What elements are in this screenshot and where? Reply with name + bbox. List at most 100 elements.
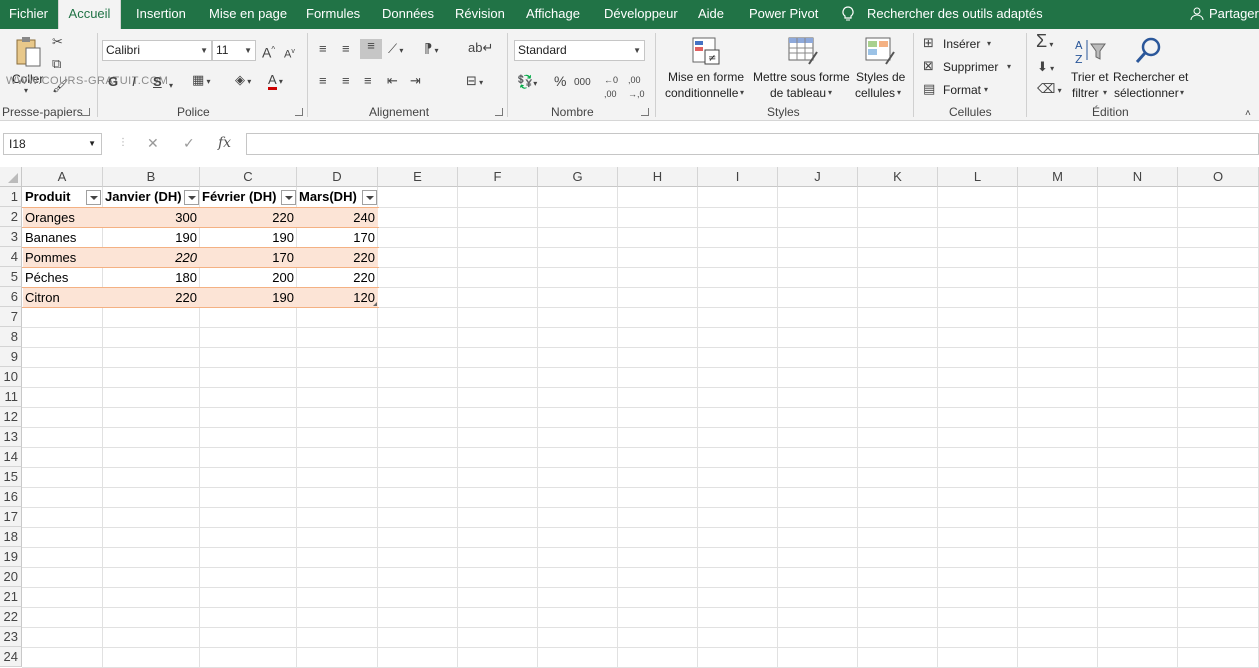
table-cell[interactable]: 200 bbox=[200, 268, 297, 288]
row-header-7[interactable]: 7 bbox=[0, 307, 22, 327]
align-center-icon[interactable]: ≡ bbox=[342, 74, 350, 88]
delete-cells-icon[interactable]: ⊠ bbox=[923, 59, 934, 73]
format-cells-icon[interactable]: ▤ bbox=[923, 82, 935, 96]
clipboard-launcher-icon[interactable] bbox=[82, 108, 90, 116]
format-cells-button[interactable]: Format bbox=[943, 83, 981, 97]
table-cell[interactable]: 220 bbox=[200, 208, 297, 228]
row-header-14[interactable]: 14 bbox=[0, 447, 22, 467]
column-header-o[interactable]: O bbox=[1178, 167, 1259, 187]
accounting-format-icon[interactable]: 💱▾ bbox=[517, 75, 537, 91]
row-header-21[interactable]: 21 bbox=[0, 587, 22, 607]
orientation-icon[interactable]: ⟋ ▾ bbox=[388, 42, 403, 58]
filter-dropdown-icon[interactable] bbox=[281, 190, 296, 205]
row-header-18[interactable]: 18 bbox=[0, 527, 22, 547]
column-header-d[interactable]: D bbox=[297, 167, 378, 187]
formula-input[interactable] bbox=[246, 133, 1259, 155]
format-as-table-button[interactable]: Mettre sous forme de tableau ▾ bbox=[750, 34, 854, 104]
align-right-icon[interactable]: ≡ bbox=[364, 74, 372, 88]
column-header-k[interactable]: K bbox=[858, 167, 938, 187]
align-left-icon[interactable]: ≡ bbox=[319, 74, 327, 88]
column-header-l[interactable]: L bbox=[938, 167, 1018, 187]
table-cell[interactable]: 300 bbox=[103, 208, 200, 228]
share-button[interactable]: Partager bbox=[1209, 0, 1259, 29]
tab-developpeur[interactable]: Développeur bbox=[604, 0, 678, 29]
sort-filter-button[interactable]: AZ Trier et filtrer ▾ bbox=[1068, 34, 1112, 104]
font-launcher-icon[interactable] bbox=[295, 108, 303, 116]
thousands-button[interactable]: 000 bbox=[574, 76, 591, 90]
cut-icon[interactable]: ✂ bbox=[52, 35, 63, 49]
row-header-13[interactable]: 13 bbox=[0, 427, 22, 447]
align-middle-icon[interactable]: ≡ bbox=[342, 42, 350, 56]
autosum-icon[interactable]: Σ ▾ bbox=[1036, 32, 1053, 52]
table-cell[interactable]: 220 bbox=[297, 268, 378, 288]
align-top-icon[interactable]: ≡ bbox=[319, 42, 327, 56]
insert-cells-icon[interactable]: ⊞ bbox=[923, 36, 934, 50]
increase-indent-icon[interactable]: ⇥ bbox=[410, 74, 421, 88]
decrease-decimal-icon[interactable]: ,00 →,0 bbox=[628, 73, 645, 101]
tab-formules[interactable]: Formules bbox=[306, 0, 360, 29]
filter-dropdown-icon[interactable] bbox=[86, 190, 101, 205]
italic-button[interactable]: I bbox=[132, 75, 136, 89]
table-cell[interactable]: 190 bbox=[200, 228, 297, 248]
table-cell[interactable]: Bananes bbox=[22, 228, 103, 248]
align-bottom-icon[interactable]: ≡ bbox=[360, 39, 382, 59]
bold-button[interactable]: G bbox=[108, 75, 118, 89]
table-cell[interactable]: 240 bbox=[297, 208, 378, 228]
filter-dropdown-icon[interactable] bbox=[184, 190, 199, 205]
table-cell[interactable]: 120 bbox=[297, 288, 378, 308]
column-header-n[interactable]: N bbox=[1098, 167, 1178, 187]
column-header-j[interactable]: J bbox=[778, 167, 858, 187]
confirm-entry-button[interactable]: ✓ bbox=[183, 135, 195, 152]
row-header-19[interactable]: 19 bbox=[0, 547, 22, 567]
decrease-indent-icon[interactable]: ⇤ bbox=[387, 74, 398, 88]
number-launcher-icon[interactable] bbox=[641, 108, 649, 116]
row-header-17[interactable]: 17 bbox=[0, 507, 22, 527]
column-header-g[interactable]: G bbox=[538, 167, 618, 187]
filter-dropdown-icon[interactable] bbox=[362, 190, 377, 205]
merge-center-icon[interactable]: ⊟ ▾ bbox=[466, 74, 483, 90]
name-box[interactable]: I18 ▼ bbox=[3, 133, 102, 155]
row-header-3[interactable]: 3 bbox=[0, 227, 22, 247]
font-size-select[interactable]: 11 ▼ bbox=[212, 40, 256, 61]
delete-cells-button[interactable]: Supprimer bbox=[943, 60, 998, 74]
row-header-22[interactable]: 22 bbox=[0, 607, 22, 627]
tab-aide[interactable]: Aide bbox=[698, 0, 724, 29]
decrease-font-icon[interactable]: Av bbox=[284, 45, 295, 62]
column-header-f[interactable]: F bbox=[458, 167, 538, 187]
row-header-4[interactable]: 4 bbox=[0, 247, 22, 267]
table-cell[interactable]: 190 bbox=[200, 288, 297, 308]
font-name-select[interactable]: Calibri ▼ bbox=[102, 40, 212, 61]
table-cell[interactable]: 170 bbox=[200, 248, 297, 268]
column-header-i[interactable]: I bbox=[698, 167, 778, 187]
column-header-a[interactable]: A bbox=[22, 167, 103, 187]
underline-dropdown-icon[interactable]: ▾ bbox=[169, 77, 173, 93]
table-cell[interactable]: Citron bbox=[22, 288, 103, 308]
text-direction-icon[interactable]: ⁋ ▾ bbox=[424, 42, 439, 58]
row-header-9[interactable]: 9 bbox=[0, 347, 22, 367]
table-cell[interactable]: 180 bbox=[103, 268, 200, 288]
copy-icon[interactable]: ⧉ bbox=[52, 57, 61, 71]
find-select-button[interactable]: Rechercher et sélectionner ▾ bbox=[1112, 34, 1190, 104]
column-header-m[interactable]: M bbox=[1018, 167, 1098, 187]
row-header-15[interactable]: 15 bbox=[0, 467, 22, 487]
table-cell[interactable]: Péches bbox=[22, 268, 103, 288]
tab-power-pivot[interactable]: Power Pivot bbox=[749, 0, 818, 29]
table-cell[interactable]: 190 bbox=[103, 228, 200, 248]
tab-fichier[interactable]: Fichier bbox=[9, 0, 48, 29]
increase-decimal-icon[interactable]: ←0,00 bbox=[604, 73, 618, 101]
column-header-e[interactable]: E bbox=[378, 167, 458, 187]
table-cell[interactable]: 220 bbox=[103, 248, 200, 268]
tab-donnees[interactable]: Données bbox=[382, 0, 434, 29]
row-header-2[interactable]: 2 bbox=[0, 207, 22, 227]
fill-color-icon[interactable]: ◈ ▾ bbox=[235, 73, 251, 89]
row-header-6[interactable]: 6 bbox=[0, 287, 22, 307]
table-resize-handle[interactable] bbox=[373, 302, 377, 306]
row-header-16[interactable]: 16 bbox=[0, 487, 22, 507]
underline-button[interactable]: S bbox=[153, 75, 162, 89]
tab-mise-en-page[interactable]: Mise en page bbox=[209, 0, 287, 29]
table-cell[interactable]: 220 bbox=[103, 288, 200, 308]
insert-function-button[interactable]: fx bbox=[218, 135, 231, 151]
row-header-8[interactable]: 8 bbox=[0, 327, 22, 347]
fill-icon[interactable]: ⬇ ▾ bbox=[1037, 60, 1054, 76]
clear-icon[interactable]: ⌫ ▾ bbox=[1037, 82, 1062, 98]
